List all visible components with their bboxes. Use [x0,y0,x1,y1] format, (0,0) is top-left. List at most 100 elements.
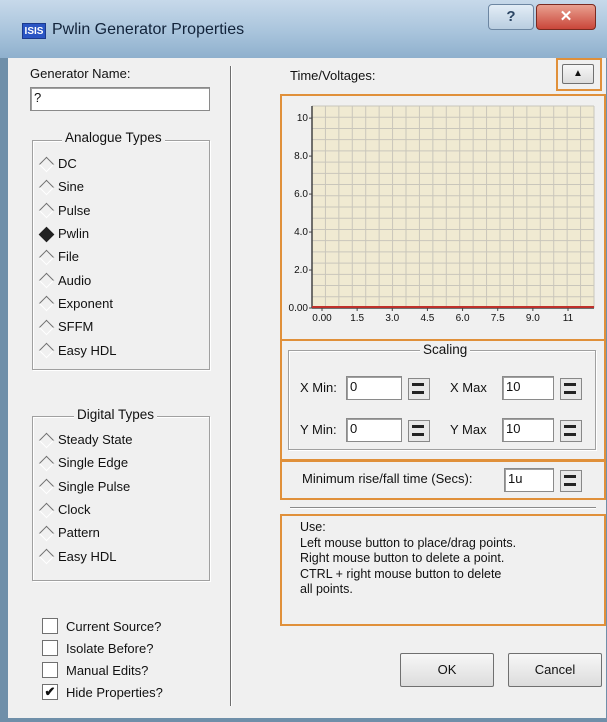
analogue-type-option-label: DC [58,156,77,172]
risefall-label: Minimum rise/fall time (Secs): [302,471,473,486]
digital-type-option-label: Clock [58,502,91,518]
analogue-type-option-label: Pwlin [58,226,90,242]
digital-type-option[interactable]: Pattern [38,521,205,544]
analogue-type-option-label: Sine [58,179,85,195]
scaling-title: Scaling [420,342,471,357]
checkbox[interactable]: ✔ [42,684,58,700]
radio-button-icon[interactable] [38,202,55,219]
checkbox[interactable] [42,662,58,678]
option-checkbox-row[interactable]: ✔ Hide Properties? [42,681,222,703]
x-tick-label: 11 [563,313,574,324]
analogue-type-option-label: Exponent [58,295,113,311]
radio-button-icon[interactable] [38,179,55,196]
y-tick-label: 10 [297,113,309,124]
digital-type-option[interactable]: Steady State [38,428,205,451]
analogue-type-option[interactable]: DC [38,152,205,175]
usage-line: Right mouse button to delete a point. [300,551,505,565]
generator-name-input[interactable]: ? [30,87,210,111]
x-tick-label: 9.0 [526,313,540,324]
digital-type-option[interactable]: Clock [38,498,205,521]
usage-title: Use: [300,520,326,534]
radio-button-icon[interactable] [38,455,55,472]
digital-type-option-label: Single Edge [58,455,129,471]
analogue-type-option[interactable]: Audio [38,268,205,291]
y-tick-label: 6.0 [294,189,308,200]
analogue-type-option[interactable]: File [38,245,205,268]
y-tick-label: 8.0 [294,151,308,162]
analogue-type-option[interactable]: Sine [38,175,205,198]
ymin-spinner[interactable] [408,420,430,442]
radio-button-icon[interactable] [38,502,55,518]
y-tick-label: 4.0 [294,227,308,238]
analogue-type-option[interactable]: SFFM [38,315,205,338]
digital-type-option[interactable]: Easy HDL [38,544,205,567]
radio-button-icon[interactable] [38,319,55,335]
option-label: Manual Edits? [66,662,149,678]
radio-button-icon[interactable] [38,156,55,172]
x-tick-label: 7.5 [491,313,505,324]
radio-button-icon[interactable] [38,272,55,289]
analogue-type-option[interactable]: Pulse [38,199,205,222]
digital-type-option[interactable]: Single Pulse [38,475,205,498]
ymax-input[interactable]: 10 [502,418,554,442]
option-checkbox-row[interactable]: Isolate Before? [42,637,222,659]
radio-button-icon[interactable] [38,342,55,359]
analogue-type-option-label: SFFM [58,319,94,335]
xmin-input[interactable]: 0 [346,376,402,400]
vertical-separator [230,66,232,706]
radio-button-icon[interactable] [38,432,55,448]
time-voltage-chart[interactable]: 0.00 2.0 4.0 6.0 8.0 10 0.00 1.5 3.0 4.5 6.0 7.5 9.0… [282,96,604,339]
window-title: Pwlin Generator Properties [52,21,245,38]
xmin-spinner[interactable] [408,378,430,400]
time-voltages-label: Time/Voltages: [290,68,376,83]
app-icon: ISIS [22,23,46,39]
digital-type-option-label: Steady State [58,432,133,448]
ok-button[interactable]: OK [400,653,494,687]
analogue-type-option[interactable]: Easy HDL [38,338,205,361]
title-bar[interactable]: ISIS Pwlin Generator Properties ? ✕ [0,0,607,58]
analogue-type-option[interactable]: Pwlin [38,222,205,245]
digital-types-title: Digital Types [74,407,158,422]
horizontal-separator [290,507,596,509]
ymin-input[interactable]: 0 [346,418,402,442]
digital-type-option[interactable]: Single Edge [38,451,205,474]
x-tick-label: 6.0 [456,313,470,324]
checkbox[interactable] [42,618,58,634]
y-tick-label: 0.00 [289,303,309,314]
ymax-spinner[interactable] [560,420,582,442]
radio-button-icon[interactable] [38,478,55,495]
expand-graph-button[interactable]: ▲ [562,64,594,84]
analogue-type-option[interactable]: Exponent [38,292,205,315]
risefall-spinner[interactable] [560,470,582,492]
option-label: Isolate Before? [66,640,154,656]
ymin-label: Y Min: [300,422,337,437]
risefall-input[interactable]: 1u [504,468,554,492]
usage-help-panel: Use: Left mouse button to place/drag poi… [280,514,606,626]
options-list: Current Source? Isolate Before? Manual Edi… [42,615,222,703]
option-checkbox-row[interactable]: Manual Edits? [42,659,222,681]
radio-button-icon[interactable] [38,226,55,242]
x-tick-label: 3.0 [385,313,399,324]
x-tick-label: 0.00 [312,313,332,324]
x-tick-label: 1.5 [350,313,364,324]
digital-types-list: Steady State Single Edge Single Pulse Clock… [38,428,205,568]
help-button[interactable]: ? [488,4,534,30]
radio-button-icon[interactable] [38,525,55,542]
usage-line: all points. [300,582,353,596]
close-button[interactable]: ✕ [536,4,596,30]
radio-button-icon[interactable] [38,548,55,565]
generator-name-label: Generator Name: [30,66,131,81]
checkbox[interactable] [42,640,58,656]
xmax-spinner[interactable] [560,378,582,400]
xmax-input[interactable]: 10 [502,376,554,400]
y-tick-label: 2.0 [294,265,308,276]
ymax-label: Y Max [450,422,487,437]
option-checkbox-row[interactable]: Current Source? [42,615,222,637]
digital-type-option-label: Single Pulse [58,478,131,494]
analogue-type-option-label: Pulse [58,202,91,218]
radio-button-icon[interactable] [38,296,55,312]
analogue-types-title: Analogue Types [62,130,165,145]
cancel-button[interactable]: Cancel [508,653,602,687]
option-label: Current Source? [66,618,162,634]
radio-button-icon[interactable] [38,249,55,266]
